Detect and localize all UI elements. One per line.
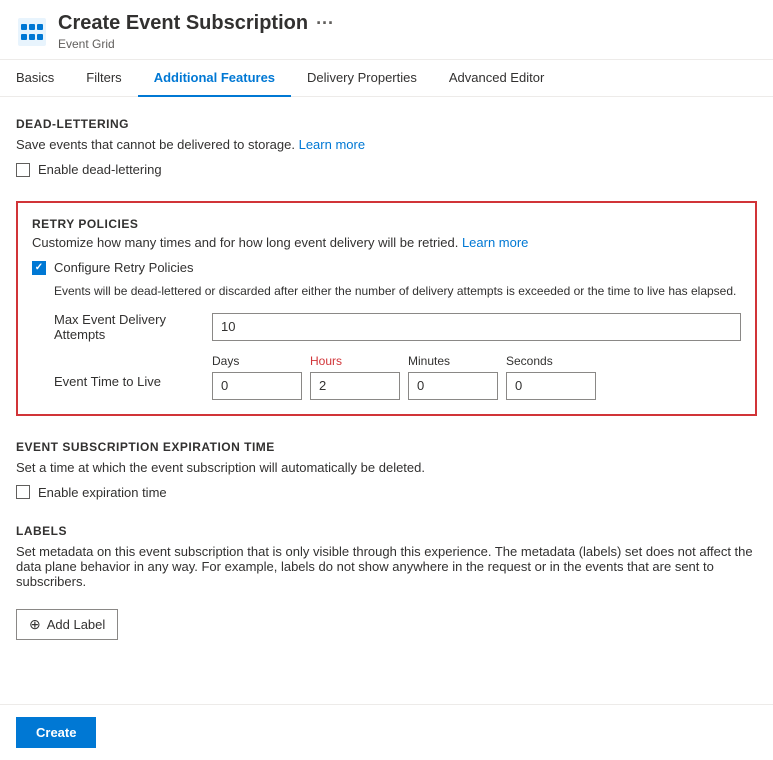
tab-filters[interactable]: Filters <box>70 60 137 97</box>
configure-retry-checkbox[interactable] <box>32 261 46 275</box>
ttl-minutes-field: Minutes <box>408 354 498 400</box>
event-grid-icon <box>16 16 48 48</box>
add-label-icon: ⊕ <box>29 616 41 633</box>
page-title-text: Create Event Subscription <box>58 12 308 35</box>
ttl-label: Event Time to Live <box>32 354 212 389</box>
labels-title: LABELS <box>16 524 757 538</box>
ttl-hours-label: Hours <box>310 354 400 368</box>
expiration-checkbox-label: Enable expiration time <box>38 485 167 500</box>
expiration-checkbox[interactable] <box>16 485 30 499</box>
tab-basics[interactable]: Basics <box>16 60 70 97</box>
dead-lettering-title: DEAD-LETTERING <box>16 117 757 131</box>
dead-lettering-checkbox-row: Enable dead-lettering <box>16 162 757 177</box>
ttl-days-field: Days <box>212 354 302 400</box>
labels-desc: Set metadata on this event subscription … <box>16 544 757 589</box>
ttl-hours-field: Hours <box>310 354 400 400</box>
more-options-icon[interactable]: ··· <box>316 13 334 34</box>
ttl-row: Event Time to Live Days Hours Minutes Se… <box>32 354 741 400</box>
page-title: Create Event Subscription ··· <box>58 12 334 35</box>
ttl-seconds-input[interactable] <box>506 372 596 400</box>
ttl-inputs: Days Hours Minutes Seconds <box>212 354 596 400</box>
ttl-seconds-field: Seconds <box>506 354 596 400</box>
retry-policies-desc: Customize how many times and for how lon… <box>32 235 741 250</box>
retry-note: Events will be dead-lettered or discarde… <box>54 283 741 300</box>
tab-delivery-properties[interactable]: Delivery Properties <box>291 60 433 97</box>
ttl-minutes-input[interactable] <box>408 372 498 400</box>
max-attempts-input[interactable] <box>212 313 741 341</box>
max-attempts-label: Max Event Delivery Attempts <box>32 312 212 342</box>
dead-lettering-checkbox-label: Enable dead-lettering <box>38 162 162 177</box>
page-header: Create Event Subscription ··· Event Grid <box>0 0 773 60</box>
max-attempts-row: Max Event Delivery Attempts <box>32 312 741 342</box>
retry-policies-learn-more-link[interactable]: Learn more <box>462 235 528 250</box>
nav-tabs: Basics Filters Additional Features Deliv… <box>0 60 773 97</box>
retry-policies-title: RETRY POLICIES <box>32 217 741 231</box>
dead-lettering-section: DEAD-LETTERING Save events that cannot b… <box>16 117 757 177</box>
page-content: DEAD-LETTERING Save events that cannot b… <box>0 97 773 684</box>
expiration-checkbox-row: Enable expiration time <box>16 485 757 500</box>
expiration-desc: Set a time at which the event subscripti… <box>16 460 757 475</box>
dead-lettering-learn-more-link[interactable]: Learn more <box>299 137 365 152</box>
ttl-hours-input[interactable] <box>310 372 400 400</box>
configure-retry-checkbox-label: Configure Retry Policies <box>54 260 193 275</box>
expiration-section: EVENT SUBSCRIPTION EXPIRATION TIME Set a… <box>16 440 757 500</box>
dead-lettering-desc: Save events that cannot be delivered to … <box>16 137 757 152</box>
add-label-button[interactable]: ⊕ Add Label <box>16 609 118 640</box>
retry-policies-section: RETRY POLICIES Customize how many times … <box>16 201 757 416</box>
create-button[interactable]: Create <box>16 717 96 748</box>
header-text-block: Create Event Subscription ··· Event Grid <box>58 12 334 51</box>
expiration-title: EVENT SUBSCRIPTION EXPIRATION TIME <box>16 440 757 454</box>
ttl-seconds-label: Seconds <box>506 354 596 368</box>
tab-additional-features[interactable]: Additional Features <box>138 60 291 97</box>
configure-retry-checkbox-row: Configure Retry Policies <box>32 260 741 275</box>
ttl-days-label: Days <box>212 354 302 368</box>
add-label-button-text: Add Label <box>47 617 106 632</box>
page-subtitle: Event Grid <box>58 37 334 51</box>
ttl-days-input[interactable] <box>212 372 302 400</box>
page-footer: Create <box>0 704 773 760</box>
ttl-minutes-label: Minutes <box>408 354 498 368</box>
tab-advanced-editor[interactable]: Advanced Editor <box>433 60 560 97</box>
labels-section: LABELS Set metadata on this event subscr… <box>16 524 757 640</box>
dead-lettering-checkbox[interactable] <box>16 163 30 177</box>
